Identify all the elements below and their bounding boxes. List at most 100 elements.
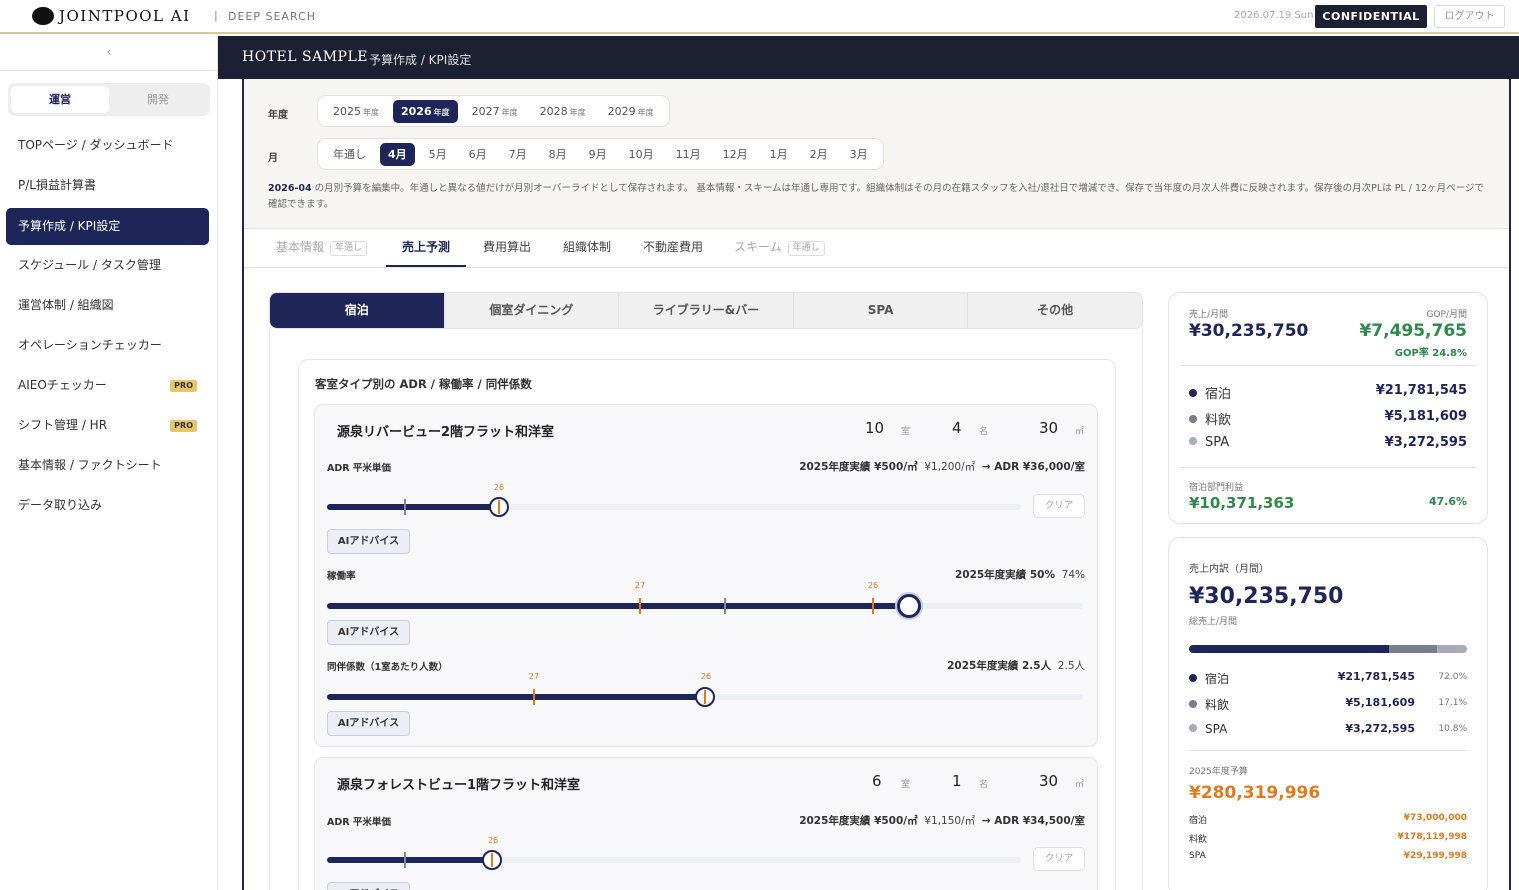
sales-label: 売上/月間: [1189, 310, 1229, 320]
logo-text: JOINTPOOL AI: [59, 7, 191, 25]
logout-button[interactable]: ログアウト: [1434, 5, 1505, 28]
tab-basic-info[interactable]: 基本情報 年通し: [276, 229, 396, 267]
top-bar: JOINTPOOL AI | DEEP SEARCH 2026.07.19 Su…: [0, 0, 1519, 34]
period-controls: 年度 2025 年度 2026 年度 2027 年度 2028 年度 2029 年度 月 …: [244, 79, 1509, 229]
month-option[interactable]: 7月: [501, 143, 535, 166]
monthly-gop: ¥7,495,765: [1359, 321, 1467, 341]
occupancy-slider-handle[interactable]: [897, 594, 922, 618]
month-option[interactable]: 11月: [668, 143, 709, 166]
segment-spa[interactable]: SPA: [792, 293, 968, 328]
tab-organization[interactable]: 組織体制: [554, 229, 620, 267]
page-header: HOTEL SAMPLE 予算作成 / KPI設定: [218, 36, 1519, 79]
month-option[interactable]: 8月: [541, 143, 575, 166]
share-segment-lodging: [1189, 645, 1390, 653]
companion-slider-fill: [327, 694, 705, 700]
summary-line-fnb: 料飲 ¥5,181,609: [1189, 409, 1467, 428]
mode-tab-development[interactable]: 開発: [109, 86, 207, 113]
total-sales-label: 総売上/月間: [1189, 617, 1238, 627]
year-option[interactable]: 2027 年度: [464, 100, 526, 123]
sidebar-item-organization[interactable]: 運営体制 / 組織図: [6, 287, 209, 324]
dept-profit: ¥10,371,363: [1189, 494, 1295, 512]
adr-marker-label: 26: [487, 836, 499, 845]
sidebar-item-operation-checker[interactable]: オペレーションチェッカー: [6, 327, 209, 364]
legend-dot: [1189, 724, 1197, 732]
sidebar-item-data-import[interactable]: データ取り込み: [6, 487, 209, 524]
segment-lodging[interactable]: 宿泊: [270, 293, 444, 328]
budget-line-fnb: 料飲 ¥178,119,998: [1189, 832, 1467, 845]
collapse-sidebar-button[interactable]: ‹: [0, 36, 218, 71]
clear-button[interactable]: クリア: [1033, 847, 1085, 871]
month-row-label: 月: [268, 153, 278, 164]
divider: [1181, 467, 1477, 468]
companion-marker-a: [533, 689, 535, 705]
sidebar-item-label: 運営体制 / 組織図: [18, 298, 114, 312]
sidebar-item-schedule[interactable]: スケジュール / タスク管理: [6, 247, 209, 284]
sidebar-item-pl[interactable]: P/L損益計算書: [6, 167, 209, 204]
breakdown-line-fnb: 料飲 ¥5,181,609 17.1%: [1189, 696, 1467, 713]
tab-sales-forecast[interactable]: 売上予測: [386, 229, 466, 267]
legend-dot: [1189, 700, 1197, 708]
section-title: 客室タイプ別の ADR / 稼働率 / 同伴係数: [315, 377, 532, 391]
sidebar-item-dashboard[interactable]: TOPページ / ダッシュボード: [6, 127, 209, 164]
month-option[interactable]: 2月: [802, 143, 836, 166]
notice-text: の月別予算を編集中。年通しと異なる値だけが月別オーバーライドとして保存されます。…: [268, 183, 1484, 210]
sidebar-item-shift-hr[interactable]: シフト管理 / HR PRO: [6, 407, 209, 444]
companion-slider-handle[interactable]: [695, 687, 715, 707]
year-option[interactable]: 2028 年度: [532, 100, 594, 123]
segment-other[interactable]: その他: [967, 293, 1142, 328]
budget-line-spa: SPA ¥29,199,998: [1189, 851, 1467, 861]
header-separator: |: [214, 9, 218, 22]
adr-values: 2025年度実績 ¥500/㎡ ¥1,200/㎡ → ADR ¥36,000/室: [799, 461, 1085, 473]
sidebar-item-factsheet[interactable]: 基本情報 / ファクトシート: [6, 447, 209, 484]
gop-rate: GOP率 24.8%: [1394, 348, 1467, 359]
occupancy-slider[interactable]: [327, 594, 1083, 618]
occupancy-values: 2025年度実績 50% 74%: [954, 569, 1085, 581]
sidebar-item-budget[interactable]: 予算作成 / KPI設定: [6, 208, 209, 245]
adr-slider[interactable]: [327, 497, 1021, 517]
month-option[interactable]: 9月: [581, 143, 615, 166]
tab-cost[interactable]: 費用算出: [474, 229, 540, 267]
adr-slider-handle[interactable]: [489, 497, 510, 517]
app-logo[interactable]: JOINTPOOL AI: [32, 7, 191, 25]
sales-share-bar: [1189, 645, 1467, 653]
pro-badge: PRO: [170, 420, 197, 432]
companion-slider[interactable]: [327, 687, 1083, 707]
tab-real-estate[interactable]: 不動産費用: [634, 229, 712, 267]
sidebar-item-aieo-checker[interactable]: AIEOチェッカー PRO: [6, 367, 209, 404]
segment-private-dining[interactable]: 個室ダイニング: [443, 293, 619, 328]
ai-advice-button[interactable]: AIアドバイス: [327, 529, 410, 554]
clear-button[interactable]: クリア: [1033, 494, 1085, 518]
adr-slider-fill: [327, 857, 493, 863]
month-option[interactable]: 12月: [715, 143, 756, 166]
segment-library-bar[interactable]: ライブラリー&バー: [618, 293, 793, 328]
guest-capacity: 1: [952, 772, 962, 790]
ai-advice-button[interactable]: AIアドバイス: [327, 882, 410, 890]
ai-advice-button[interactable]: AIアドバイス: [327, 620, 410, 645]
sidebar-item-label: スケジュール / タスク管理: [18, 258, 161, 272]
current-date: 2026.07.19 Sun: [1234, 10, 1314, 21]
month-option[interactable]: 6月: [461, 143, 495, 166]
room-name: 源泉フォレストビュー1階フラット和洋室: [337, 778, 581, 793]
year-option[interactable]: 2025 年度: [325, 100, 387, 123]
monthly-sales: ¥30,235,750: [1189, 321, 1309, 341]
mode-tab-operation[interactable]: 運営: [11, 86, 109, 113]
year-option[interactable]: 2029 年度: [600, 100, 662, 123]
month-option[interactable]: 1月: [762, 143, 796, 166]
month-option-selected[interactable]: 4月: [380, 142, 415, 166]
room-name: 源泉リバービュー2階フラット和洋室: [337, 425, 555, 440]
share-segment-spa: [1436, 645, 1467, 653]
year-through-tag: 年通し: [787, 241, 825, 256]
ai-advice-button[interactable]: AIアドバイス: [327, 711, 410, 736]
month-option[interactable]: 10月: [621, 143, 662, 166]
year-option-selected[interactable]: 2026 年度: [393, 99, 458, 123]
adr-slider-handle[interactable]: [482, 850, 503, 870]
month-option[interactable]: 年通し: [325, 143, 374, 166]
breakdown-line-lodging: 宿泊 ¥21,781,545 72.0%: [1189, 670, 1467, 687]
month-option[interactable]: 5月: [421, 143, 455, 166]
sidebar-item-label: オペレーションチェッカー: [18, 338, 162, 352]
summary-line-lodging: 宿泊 ¥21,781,545: [1189, 383, 1467, 402]
notice-period: 2026-04: [268, 183, 312, 194]
adr-slider[interactable]: [327, 850, 1021, 870]
tab-scheme[interactable]: スキーム 年通し: [734, 229, 844, 267]
month-option[interactable]: 3月: [842, 143, 876, 166]
